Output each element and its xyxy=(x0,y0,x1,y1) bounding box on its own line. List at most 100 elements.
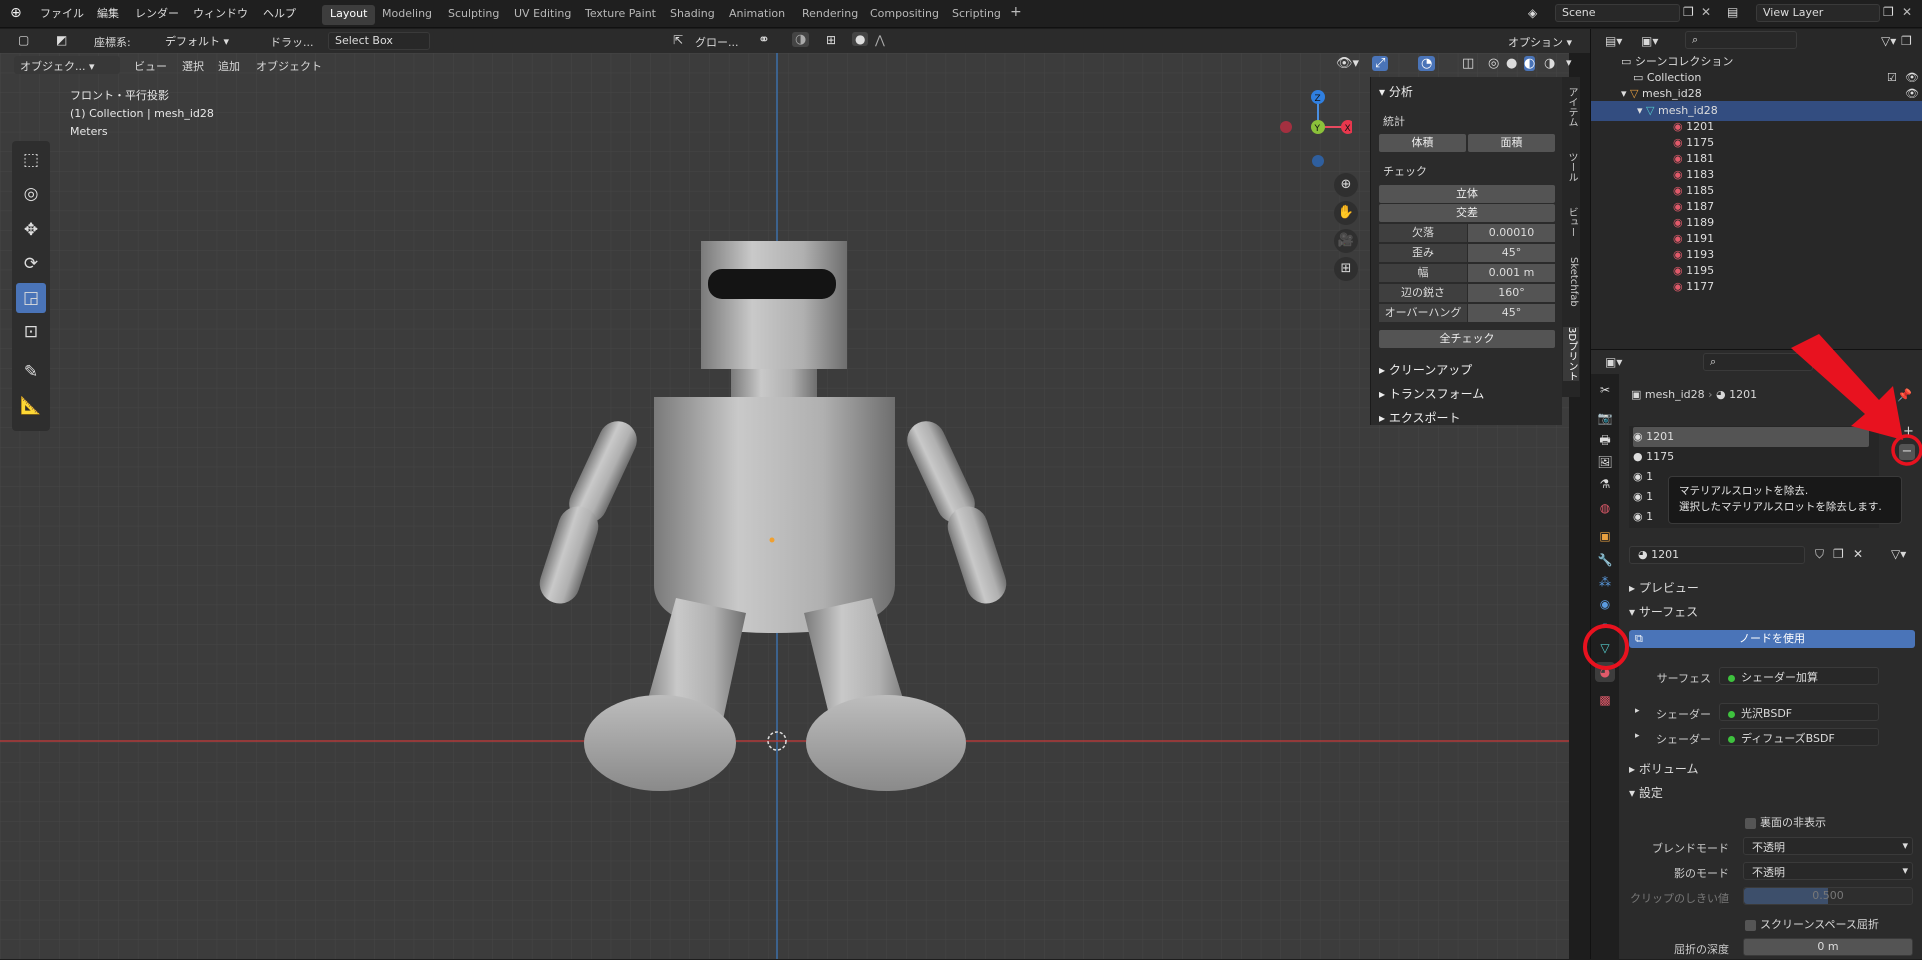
menu-render[interactable]: レンダー xyxy=(135,5,179,21)
pan-icon[interactable]: ✋ xyxy=(1334,201,1358,225)
shading-wireframe-icon[interactable]: ◎ xyxy=(1488,56,1499,71)
ortho-grid-icon[interactable]: ⊞ xyxy=(1334,257,1358,281)
material-name-field[interactable]: ◕ 1201 xyxy=(1629,546,1805,564)
tab-item[interactable]: アイテム xyxy=(1563,87,1579,127)
visibility-icon[interactable]: 👁▾ xyxy=(1336,56,1359,71)
annotate-icon[interactable]: ✎ xyxy=(16,357,46,387)
transform-orientation-icon[interactable]: ⇱ xyxy=(673,33,683,47)
falloff-icon[interactable]: ⋀ xyxy=(875,33,885,47)
menu-object[interactable]: オブジェクト xyxy=(256,58,322,74)
pivot-icon[interactable]: ⚭ xyxy=(758,32,770,48)
area-button[interactable]: 面積 xyxy=(1468,134,1555,152)
options-dropdown[interactable]: オプション ▾ xyxy=(1508,34,1572,50)
preview-section[interactable]: ▸ プレビュー xyxy=(1629,579,1699,596)
select-mode-dropdown[interactable]: Select Box xyxy=(328,32,430,50)
shader1-field[interactable]: 光沢BSDF xyxy=(1719,703,1879,721)
delete-view-layer-icon[interactable]: ✕ xyxy=(1902,5,1912,19)
menu-file[interactable]: ファイル xyxy=(40,5,84,21)
view-layer-icon[interactable]: ▤ xyxy=(1727,5,1738,19)
menu-help[interactable]: ヘルプ xyxy=(263,5,296,21)
check-value[interactable]: 0.001 m xyxy=(1468,264,1555,282)
transform-affect-icon[interactable]: ◩ xyxy=(56,33,67,47)
world-tab-icon[interactable]: ◍ xyxy=(1595,498,1615,518)
tab-texture-paint[interactable]: Texture Paint xyxy=(577,5,664,25)
tab-scripting[interactable]: Scripting xyxy=(944,5,1009,25)
scene-name-field[interactable]: Scene xyxy=(1555,4,1680,22)
expand-icon[interactable]: ▾ xyxy=(1637,104,1646,117)
volume-section[interactable]: ▸ ボリューム xyxy=(1629,760,1698,777)
object-mode-dropdown[interactable]: オブジェク... ▾ xyxy=(14,56,120,74)
add-workspace-icon[interactable]: + xyxy=(1010,4,1022,20)
tab-sketchfab[interactable]: Sketchfab xyxy=(1563,257,1579,307)
menu-select[interactable]: 選択 xyxy=(182,58,204,74)
shading-rendered-icon[interactable]: ◑ xyxy=(1544,56,1555,71)
delete-scene-icon[interactable]: ✕ xyxy=(1701,5,1711,19)
drag-dropdown[interactable]: ドラッ... xyxy=(270,34,314,50)
blend-mode-dropdown[interactable]: 不透明 ▾ xyxy=(1743,837,1913,855)
overlay-toggle-icon[interactable]: ◔ xyxy=(1418,56,1436,71)
tab-compositing[interactable]: Compositing xyxy=(862,5,947,25)
menu-view[interactable]: ビュー xyxy=(134,58,167,74)
menu-edit[interactable]: 編集 xyxy=(97,5,119,21)
unlink-material-icon[interactable]: ✕ xyxy=(1853,547,1863,561)
properties-editor-icon[interactable]: ▣▾ xyxy=(1605,355,1622,369)
surface-section[interactable]: ▾ サーフェス xyxy=(1629,603,1698,620)
duplicate-material-icon[interactable]: ❐ xyxy=(1833,547,1844,561)
cleanup-header[interactable]: ▸ クリーンアップ xyxy=(1379,361,1472,378)
shadow-mode-dropdown[interactable]: 不透明 ▾ xyxy=(1743,862,1913,880)
check-row-sharp[interactable]: 辺の鋭さ 160° xyxy=(1379,284,1555,302)
surface-shader-field[interactable]: シェーダー加算 xyxy=(1719,667,1879,685)
check-value[interactable]: 45° xyxy=(1468,244,1555,262)
mode-icon[interactable]: ▢ xyxy=(18,33,29,47)
tab-tool[interactable]: ツール xyxy=(1563,152,1579,182)
object-tab-icon[interactable]: ▣ xyxy=(1595,526,1615,546)
backface-culling-checkbox[interactable]: 裏面の非表示 xyxy=(1745,814,1826,830)
check-value[interactable]: 160° xyxy=(1468,284,1555,302)
clip-threshold-slider[interactable]: 0.500 xyxy=(1743,887,1913,905)
rotate-icon[interactable]: ⟳ xyxy=(16,249,46,279)
tab-view[interactable]: ビュー xyxy=(1563,207,1579,237)
filter-icon[interactable]: ▽▾ xyxy=(1881,34,1896,48)
screen-space-refraction-checkbox[interactable]: スクリーンスペース屈折 xyxy=(1745,916,1879,932)
transform-icon[interactable]: ⊡ xyxy=(16,317,46,347)
tab-shading[interactable]: Shading xyxy=(662,5,723,25)
view-layer-field[interactable]: View Layer xyxy=(1756,4,1880,22)
proportional-edit-icon[interactable]: ● xyxy=(852,32,869,46)
xray-icon[interactable]: ◫ xyxy=(1462,56,1474,71)
view-layer-tab-icon[interactable]: 🖼 xyxy=(1595,452,1615,472)
tab-rendering[interactable]: Rendering xyxy=(794,5,866,25)
volume-button[interactable]: 体積 xyxy=(1379,134,1466,152)
check-value[interactable]: 0.00010 xyxy=(1468,224,1555,242)
check-row-thickness[interactable]: 幅 0.001 m xyxy=(1379,264,1555,282)
export-header[interactable]: ▸ エクスポート xyxy=(1379,409,1460,426)
browse-material-icon[interactable]: ▽▾ xyxy=(1891,547,1906,561)
outliner-editor-icon[interactable]: ▤▾ xyxy=(1605,34,1622,48)
tab-3d-print[interactable]: 3Dプリント xyxy=(1563,327,1579,382)
shading-material-icon[interactable]: ◐ xyxy=(1524,56,1536,71)
menu-window[interactable]: ウィンドウ xyxy=(193,5,248,21)
new-collection-icon[interactable]: ❐ xyxy=(1901,34,1912,48)
blender-logo-icon[interactable]: ⊕ xyxy=(10,5,26,21)
tab-animation[interactable]: Animation xyxy=(721,5,793,25)
new-view-layer-icon[interactable]: ❐ xyxy=(1883,5,1894,19)
physics-tab-icon[interactable]: ◉ xyxy=(1595,594,1615,614)
measure-icon[interactable]: 📐 xyxy=(16,391,46,421)
refraction-depth-field[interactable]: 0 m xyxy=(1743,938,1913,956)
check-row-distort[interactable]: 歪み 45° xyxy=(1379,244,1555,262)
tool-tab-icon[interactable]: ✂ xyxy=(1595,380,1615,400)
coord-value-dropdown[interactable]: デフォルト ▾ xyxy=(165,33,229,49)
intersect-button[interactable]: 交差 xyxy=(1379,204,1555,222)
menu-add[interactable]: 追加 xyxy=(218,58,240,74)
shader2-field[interactable]: ディフューズBSDF xyxy=(1719,728,1879,746)
solid-button[interactable]: 立体 xyxy=(1379,185,1555,203)
cursor-icon[interactable]: ◎ xyxy=(16,179,46,209)
gizmo-toggle-icon[interactable]: ⤢ xyxy=(1372,56,1389,71)
outliner-display-icon[interactable]: ▣▾ xyxy=(1641,34,1658,48)
render-tab-icon[interactable]: 📷 xyxy=(1595,408,1615,428)
scene-tab-icon[interactable]: ⚗ xyxy=(1595,474,1615,494)
3d-viewport[interactable]: フロント・平行投影 (1) Collection | mesh_id28 Met… xyxy=(0,53,1569,959)
shading-options-icon[interactable]: ▾ xyxy=(1566,56,1572,69)
check-all-button[interactable]: 全チェック xyxy=(1379,330,1555,348)
modifier-tab-icon[interactable]: 🔧 xyxy=(1595,550,1615,570)
tab-sculpting[interactable]: Sculpting xyxy=(440,5,507,25)
